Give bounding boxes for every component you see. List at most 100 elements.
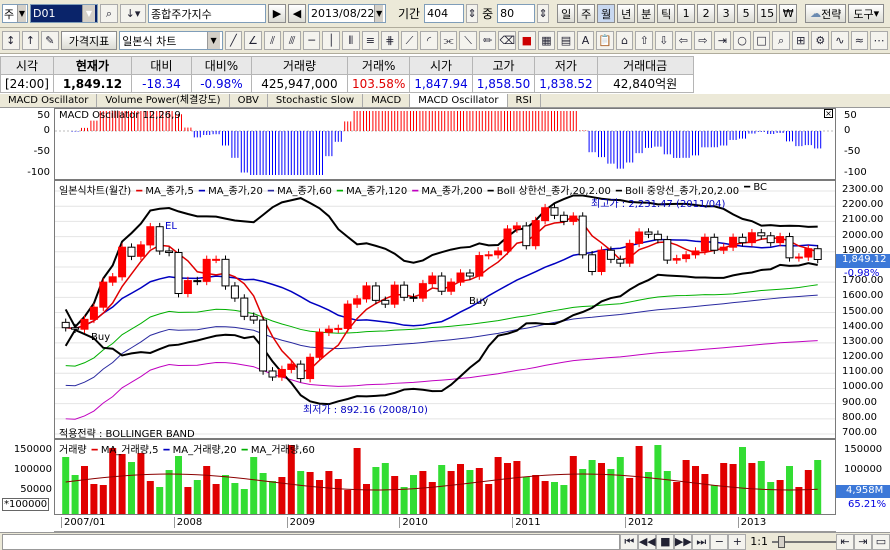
parallel-line-icon[interactable]: ⫻ bbox=[283, 31, 301, 50]
scroll-up-icon[interactable]: ⇧ bbox=[635, 31, 653, 50]
tab-macd[interactable]: MACD bbox=[363, 94, 411, 107]
horizontal-scrollbar[interactable] bbox=[2, 533, 621, 550]
arc-icon[interactable]: ◜ bbox=[420, 31, 438, 50]
first-icon[interactable]: ⏮ bbox=[620, 533, 639, 550]
prev-arrow-button[interactable]: ◀ bbox=[288, 4, 306, 23]
candle-down bbox=[757, 228, 766, 240]
zoom-icon[interactable]: ⌕ bbox=[772, 31, 790, 50]
horizontal-line-icon[interactable]: ─ bbox=[302, 31, 321, 50]
sort-icon[interactable]: ↓▾ bbox=[120, 4, 146, 23]
wave2-icon[interactable]: ≈ bbox=[850, 31, 869, 50]
period-minute-button[interactable]: 분 bbox=[637, 4, 656, 23]
tab-obv[interactable]: OBV bbox=[230, 94, 268, 107]
price-tick: 800.00 bbox=[842, 411, 877, 423]
indicator-button[interactable]: 가격지표 bbox=[60, 31, 118, 50]
period-input[interactable]: 404 bbox=[424, 4, 465, 23]
period-week-button[interactable]: 주 bbox=[577, 4, 596, 23]
period-5-button[interactable]: 5 bbox=[737, 4, 756, 23]
volume-bar-up bbox=[203, 466, 211, 514]
tab-volume-power[interactable]: Volume Power(체결강도) bbox=[97, 94, 230, 107]
period-tick-button[interactable]: 틱 bbox=[657, 4, 676, 23]
fibonacci-icon[interactable]: ≡ bbox=[361, 31, 380, 50]
trendline-icon[interactable]: ╱ bbox=[224, 31, 243, 50]
volume-bar-down bbox=[767, 482, 775, 514]
scroll-down-icon[interactable]: ⇩ bbox=[654, 31, 673, 50]
fit-icon[interactable]: ⊞ bbox=[791, 31, 810, 50]
strategy-button[interactable]: ☁ 전략 bbox=[805, 4, 847, 23]
period-spin-icon[interactable]: ⇕ bbox=[466, 4, 479, 23]
last-icon[interactable]: ⏭ bbox=[692, 533, 711, 550]
tab-rsi[interactable]: RSI bbox=[508, 94, 541, 107]
zoom-in-icon[interactable]: + bbox=[728, 533, 747, 550]
wave-icon[interactable]: ∿ bbox=[831, 31, 849, 50]
candle-body bbox=[390, 284, 399, 305]
tab-stochastic-slow[interactable]: Stochastic Slow bbox=[268, 94, 364, 107]
chart-type-select[interactable]: 일본식 차트 ▼ bbox=[119, 31, 223, 50]
scroll-left-icon[interactable]: ⇦ bbox=[674, 31, 693, 50]
period-day-button[interactable]: 일 bbox=[557, 4, 576, 23]
tools-button[interactable]: 도구 ▾ bbox=[848, 4, 885, 23]
won-button[interactable]: ₩ bbox=[779, 4, 798, 23]
gann-icon[interactable]: ⋕ bbox=[381, 31, 399, 50]
period-2-button[interactable]: 2 bbox=[697, 4, 716, 23]
mid-input[interactable]: 80 bbox=[497, 4, 536, 23]
buy-label: Buy bbox=[91, 332, 111, 343]
scroll-end-icon[interactable]: ⇥ bbox=[854, 533, 872, 550]
note-icon[interactable]: ▤ bbox=[557, 31, 575, 50]
date-input[interactable]: 2013/08/22 ▼ bbox=[308, 4, 386, 23]
scroll-end-icon[interactable]: ⇥ bbox=[713, 31, 732, 50]
code-input[interactable]: D01 ▼ bbox=[30, 4, 98, 23]
search-icon[interactable]: ⌕ bbox=[100, 4, 118, 23]
quote-change-pct: -0.98% bbox=[190, 74, 252, 93]
cycle-line-icon[interactable]: ⦀ bbox=[341, 31, 360, 50]
chart-switch-icon[interactable]: ⋯ bbox=[870, 31, 888, 50]
forward-icon[interactable]: ▶▶ bbox=[674, 533, 693, 550]
circle-icon[interactable]: ○ bbox=[733, 31, 751, 50]
macd-tick: -50 bbox=[844, 146, 861, 157]
vertical-line-icon[interactable]: │ bbox=[322, 31, 340, 50]
pencil-icon[interactable]: ✏ bbox=[478, 31, 497, 50]
screen-icon[interactable]: ▭ bbox=[872, 533, 890, 550]
speed-line-icon[interactable]: ⟋ bbox=[400, 31, 419, 50]
candle-body bbox=[729, 236, 738, 248]
fan-line-icon[interactable]: ⫽ bbox=[263, 31, 282, 50]
period-15-button[interactable]: 15 bbox=[757, 4, 778, 23]
settings-icon[interactable]: ⚙ bbox=[811, 31, 830, 50]
volume-bar-down bbox=[128, 462, 135, 514]
edit-icon[interactable]: ✎ bbox=[41, 31, 59, 50]
volume-pane[interactable]: 거래량 ━ MA_거래량,5 ━ MA_거래량,20 ━ MA_거래량,60 bbox=[54, 439, 836, 515]
up-arrow-icon[interactable]: ↑ bbox=[21, 31, 40, 50]
angle-line-icon[interactable]: ∠ bbox=[244, 31, 262, 50]
clipboard-icon[interactable]: 📋 bbox=[596, 31, 614, 50]
scroll-start-icon[interactable]: ⇤ bbox=[836, 533, 854, 550]
zoom-out-icon[interactable]: − bbox=[710, 533, 729, 550]
macd-pane[interactable]: MACD Oscillator 12,26,9 × bbox=[54, 108, 836, 180]
scroll-right-icon[interactable]: ⇨ bbox=[694, 31, 712, 50]
eraser-icon[interactable]: ⌫ bbox=[498, 31, 517, 50]
volume-bar-up bbox=[212, 484, 220, 514]
rectangle-icon[interactable]: □ bbox=[752, 31, 771, 50]
next-arrow-button[interactable]: ▶ bbox=[268, 4, 286, 23]
regression-icon[interactable]: ⟍ bbox=[459, 31, 477, 50]
tab-macd-oscillator[interactable]: MACD Oscillator bbox=[0, 94, 98, 107]
tab-macd-oscillator-active[interactable]: MACD Oscillator bbox=[410, 94, 508, 107]
arrow-up-down-icon[interactable]: ↕ bbox=[2, 31, 20, 50]
period-year-button[interactable]: 년 bbox=[617, 4, 636, 23]
channel-icon[interactable]: ⫘ bbox=[439, 31, 458, 50]
lock-icon[interactable]: ⌂ bbox=[615, 31, 634, 50]
macd-tick: 0 bbox=[844, 125, 851, 136]
color-icon[interactable]: ■ bbox=[518, 31, 536, 50]
zoom-slider-handle[interactable] bbox=[778, 535, 785, 548]
close-icon[interactable]: × bbox=[824, 109, 833, 118]
price-pane[interactable]: 일본식차트(월간) ━ MA_종가,5 ━ MA_종가,20 ━ MA_종가,6… bbox=[54, 180, 836, 440]
period-month-button[interactable]: 월 bbox=[597, 4, 616, 23]
rewind-icon[interactable]: ◀◀ bbox=[638, 533, 657, 550]
grid-icon[interactable]: ▦ bbox=[537, 31, 556, 50]
text-icon[interactable]: A bbox=[576, 31, 595, 50]
stop-icon[interactable]: ■ bbox=[656, 533, 675, 550]
period-1-button[interactable]: 1 bbox=[677, 4, 696, 23]
mid-spin-icon[interactable]: ⇕ bbox=[537, 4, 550, 23]
zoom-slider[interactable] bbox=[772, 535, 836, 548]
market-type-select[interactable]: 주 ▼ bbox=[2, 4, 28, 23]
period-3-button[interactable]: 3 bbox=[717, 4, 736, 23]
